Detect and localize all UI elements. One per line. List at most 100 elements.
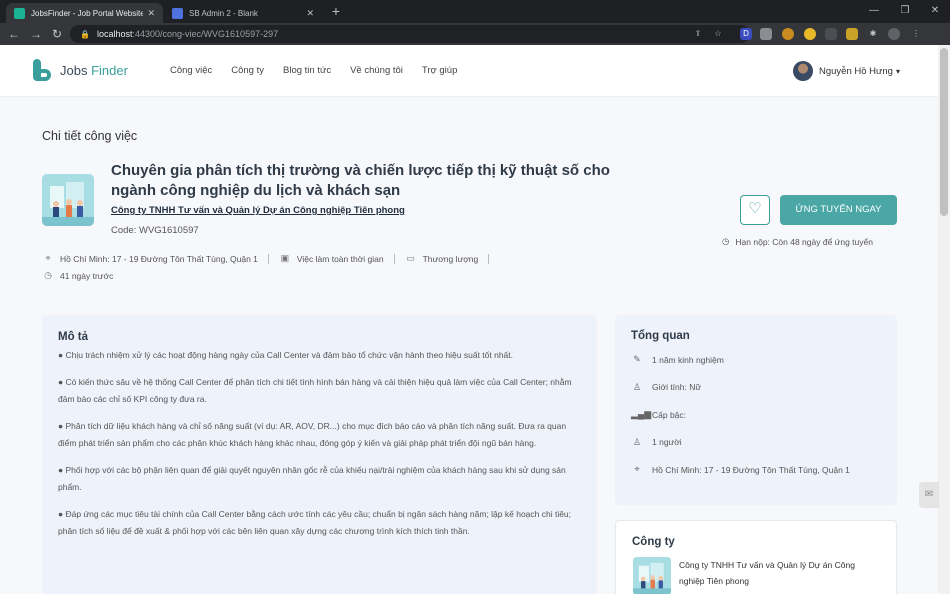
company-card: Công ty Công ty TNHH Tư vấn và Quản lý D… <box>615 520 897 594</box>
job-salary: Thương lượng <box>422 253 479 264</box>
overview-item: ▂▄▆ Cấp bậc: <box>631 401 881 429</box>
overview-text: Cấp bậc: <box>652 409 687 420</box>
company-logo-image <box>42 174 94 226</box>
url-host: localhost <box>96 29 133 39</box>
avatar <box>793 61 813 81</box>
overview-title: Tổng quan <box>631 330 690 342</box>
lock-icon: 🔒 <box>80 29 90 39</box>
description-title: Mô tả <box>58 331 89 343</box>
clock-icon: ◷ <box>44 270 52 280</box>
chat-widget-icon[interactable]: ✉ <box>919 482 939 508</box>
scrollbar-thumb[interactable] <box>940 48 948 216</box>
overview-item: ♙ Giới tính: Nữ <box>631 374 881 402</box>
nav-link-about[interactable]: Về chúng tôi <box>350 65 403 76</box>
description-paragraph: ● Chịu trách nhiệm xử lý các hoạt động h… <box>58 350 514 360</box>
nav-link-companies[interactable]: Công ty <box>231 65 264 76</box>
nav-link-jobs[interactable]: Công việc <box>170 65 212 76</box>
maximize-window-icon[interactable]: ❐ <box>899 5 911 17</box>
job-posted: 41 ngày trước <box>60 270 114 281</box>
profile-icon[interactable] <box>888 28 900 40</box>
nav-link-help[interactable]: Trợ giúp <box>422 65 457 76</box>
overview-text: 1 người <box>652 437 682 448</box>
extension-icon[interactable] <box>804 28 816 40</box>
company-card-name[interactable]: Công ty TNHH Tư vấn và Quản lý Dự án Côn… <box>679 557 879 589</box>
page-subtitle: Chi tiết công việc <box>42 129 138 143</box>
company-card-title: Công ty <box>632 536 675 548</box>
overview-text: Giới tính: Nữ <box>652 382 702 393</box>
browser-tab-jobsfinder[interactable]: JobsFinder - Job Portal Website T ✕ <box>6 3 163 23</box>
share-icon[interactable]: ⇪ <box>692 28 704 40</box>
sb-admin-favicon-icon <box>172 7 183 19</box>
extension-icon[interactable] <box>825 28 837 40</box>
extension-d-icon[interactable]: D <box>740 28 752 40</box>
extension-icon[interactable] <box>760 28 772 40</box>
description-card: Mô tả ● Chịu trách nhiệm xử lý các hoạt … <box>42 315 597 594</box>
browser-tab-title: SB Admin 2 - Blank <box>189 8 258 18</box>
description-paragraph: ● Có kiến thức sâu về hệ thống Call Cent… <box>58 377 572 404</box>
user-gender-icon: ♙ <box>632 381 642 392</box>
site-header: Jobs Finder Công việc Công ty Blog tin t… <box>0 45 938 97</box>
extension-icon[interactable] <box>782 28 794 40</box>
logo-text: Jobs Finder <box>60 62 128 78</box>
extension-icon[interactable] <box>846 28 858 40</box>
description-paragraph: ● Phân tích dữ liệu khách hàng và chỉ số… <box>58 421 567 448</box>
new-tab-button[interactable]: + <box>329 4 343 18</box>
overview-item: ⌖ Hồ Chí Minh: 17 - 19 Đường Tôn Thất Tù… <box>631 456 881 484</box>
browser-tab-bar: JobsFinder - Job Portal Website T ✕ SB A… <box>0 0 950 23</box>
job-location: Hồ Chí Minh: 17 - 19 Đường Tôn Thất Tùng… <box>60 253 258 264</box>
chevron-down-icon: ▾ <box>895 66 900 76</box>
close-window-icon[interactable]: ✕ <box>929 5 941 17</box>
location-pin-icon: ⌖ <box>634 464 640 475</box>
overview-card: Tổng quan ✎ 1 năm kinh nghiệm ♙ Giới tín… <box>615 315 897 505</box>
minimize-window-icon[interactable]: — <box>868 5 880 17</box>
browser-tab-title: JobsFinder - Job Portal Website T <box>31 8 144 18</box>
user-name: Nguyễn Hồ Hưng <box>819 65 893 77</box>
level-bars-icon: ▂▄▆ <box>631 409 652 420</box>
browser-menu-icon[interactable]: ⋮ <box>910 28 922 40</box>
browser-tab-sb-admin[interactable]: SB Admin 2 - Blank ✕ <box>164 3 322 23</box>
divider <box>267 253 269 264</box>
extensions-puzzle-icon[interactable]: ✱ <box>867 28 879 40</box>
deadline-text: Hạn nộp: Còn 48 ngày để ứng tuyển <box>735 236 873 247</box>
overview-item: ♙ 1 người <box>631 429 881 457</box>
apply-now-button[interactable]: ỨNG TUYỂN NGAY <box>780 195 897 225</box>
favorite-button[interactable]: ♡ <box>740 195 770 225</box>
job-type: Việc làm toàn thời gian <box>296 253 384 264</box>
main-nav: Công việc Công ty Blog tin tức Về chúng … <box>170 65 476 76</box>
jobsfinder-logo[interactable]: Jobs Finder <box>33 59 128 81</box>
users-icon: ♙ <box>632 436 642 447</box>
bookmark-star-icon[interactable]: ☆ <box>712 28 724 40</box>
overview-text: 1 năm kinh nghiệm <box>652 354 724 365</box>
url-path: :44300/cong-viec/WVG1610597-297 <box>132 29 279 39</box>
forward-arrow-icon[interactable]: → <box>29 27 43 41</box>
reload-icon[interactable]: ↻ <box>50 27 64 41</box>
wallet-icon: ▭ <box>406 253 415 263</box>
browser-toolbar: ← → ↻ 🔒 localhost:44300/cong-viec/WVG161… <box>0 23 950 45</box>
company-logo-image <box>633 557 671 594</box>
close-tab-icon[interactable]: ✕ <box>306 8 314 19</box>
divider <box>393 253 395 264</box>
user-menu[interactable]: Nguyễn Hồ Hưng ▾ <box>793 61 900 81</box>
job-code: Code: WVG1610597 <box>111 225 199 236</box>
location-pin-icon: ⌖ <box>45 253 51 263</box>
overview-item: ✎ 1 năm kinh nghiệm <box>631 346 881 374</box>
heart-icon: ♡ <box>748 200 762 217</box>
description-paragraph: ● Đáp ứng các mục tiêu tài chính của Cal… <box>58 509 572 536</box>
description-paragraph: ● Phối hợp với các bộ phận liên quan để … <box>58 465 566 492</box>
pencil-icon: ✎ <box>633 354 641 365</box>
jobsfinder-favicon-icon <box>14 7 25 19</box>
calendar-icon: ▣ <box>280 253 290 263</box>
divider <box>488 253 490 264</box>
job-meta-row-posted: ◷ 41 ngày trước <box>42 270 113 281</box>
overview-text: Hồ Chí Minh: 17 - 19 Đường Tôn Thất Tùng… <box>652 464 850 475</box>
back-arrow-icon[interactable]: ← <box>7 27 21 41</box>
logo-mark-icon <box>33 59 51 81</box>
job-title: Chuyên gia phân tích thị trường và chiến… <box>111 162 610 199</box>
job-meta-row: ⌖ Hồ Chí Minh: 17 - 19 Đường Tôn Thất Tù… <box>42 253 499 264</box>
address-bar[interactable]: 🔒 localhost:44300/cong-viec/WVG1610597-2… <box>70 25 750 43</box>
deadline-info: ◷ Hạn nộp: Còn 48 ngày để ứng tuyển <box>722 236 873 247</box>
nav-link-blog[interactable]: Blog tin tức <box>283 65 331 76</box>
close-tab-icon[interactable]: ✕ <box>147 8 155 19</box>
clock-icon: ◷ <box>722 236 730 246</box>
company-link[interactable]: Công ty TNHH Tư vấn và Quản lý Dự án Côn… <box>111 205 405 216</box>
